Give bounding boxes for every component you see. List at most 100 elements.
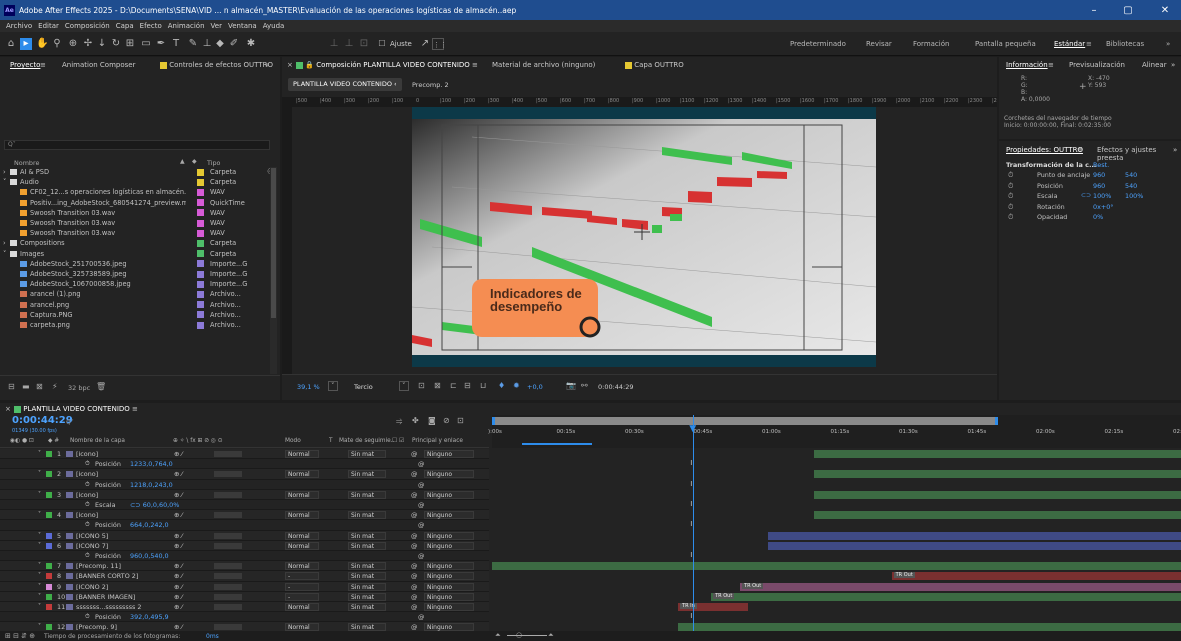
timeline-timecode[interactable]: 0:00:44:29 [12,415,73,426]
layer-duration-bar[interactable] [891,572,1181,581]
layer-label-swatch[interactable] [46,471,52,478]
layer-switch-boxes[interactable] [214,563,242,570]
layer-switches[interactable]: ⊕ ⁄ [174,562,182,570]
keyframe-icon[interactable]: I [690,500,692,508]
new-comp-icon[interactable]: ⊠ [36,382,43,391]
visibility-icon[interactable]: ˅ [38,542,41,549]
layer-duration-bar[interactable] [814,450,1181,458]
label-swatch[interactable] [197,311,204,319]
layer-switch-boxes[interactable] [214,532,242,539]
layer-switch-boxes[interactable] [214,512,242,519]
pickwhip-icon[interactable]: @ [411,450,417,458]
label-swatch[interactable] [197,178,204,186]
work-area-bar[interactable] [492,417,997,425]
eraser-tool-icon[interactable]: ◆ [214,38,226,50]
zoom-tool-icon[interactable]: ⚲ [51,38,63,50]
guides-icon[interactable]: ⊟ [464,381,471,390]
layer-label-swatch[interactable] [46,593,52,600]
parent-dropdown[interactable]: Ninguno [424,623,474,631]
layer-label-swatch[interactable] [46,573,52,580]
label-swatch[interactable] [197,290,204,298]
zoom-out-icon[interactable]: ⏶ [495,631,501,640]
label-swatch[interactable] [197,188,204,196]
layer-switch-boxes[interactable] [214,573,242,580]
rotate-tool-icon[interactable]: ↻ [110,38,122,50]
expression-icon[interactable]: @ [418,613,424,621]
layer-switch-boxes[interactable] [214,471,242,478]
work-area-end[interactable] [995,417,998,425]
mode-dropdown[interactable]: - [285,572,319,581]
timeline-zoom-slider[interactable] [507,635,547,636]
label-header-icon[interactable]: ◆ # [48,438,59,444]
track-matte-dropdown[interactable]: Sin mat [348,541,386,550]
workspace-bibliotecas[interactable]: Bibliotecas [1106,40,1144,48]
track-matte-dropdown[interactable]: Sin mat [348,511,386,520]
stopwatch-icon[interactable]: ⏱ [1008,171,1013,180]
property-row[interactable]: ⏱ Escala ⊂⊃ 60,0,60,0% @ I [0,500,1181,511]
mode-dropdown[interactable]: Normal [285,603,319,611]
col-nombre[interactable]: Nombre [14,159,39,167]
selection-tool-icon[interactable]: ▸ [20,38,32,50]
property-value[interactable]: 100% [1093,192,1111,200]
parent-dropdown[interactable]: Ninguno [424,582,474,591]
snap-grid-icon[interactable]: ⋮⋮ [432,38,447,50]
property-value[interactable]: 960 [1093,182,1105,190]
visibility-icon[interactable]: ˅ [38,583,41,590]
layer-label-swatch[interactable] [46,491,52,498]
layer-duration-bar[interactable] [492,562,1181,571]
label-swatch[interactable] [197,260,204,268]
grid-options-icon[interactable]: ⊔ [480,381,486,390]
layer-switches[interactable]: ⊕ ⁄ [174,542,182,550]
layer-name[interactable]: [BANNER CORTO 2] [76,572,171,580]
label-swatch[interactable] [197,199,204,207]
layer-row[interactable]: ˅ 6 [ICONO 7] ⊕ ⁄ Normal Sin mat @ Ninguno [0,540,1181,551]
layer-row[interactable]: ˅ 1 [icono] ⊕ ⁄ Normal Sin mat @ Ninguno [0,449,1181,460]
track-matte-dropdown[interactable]: Sin mat [348,572,386,581]
stopwatch-icon[interactable]: ⏱ [1008,192,1013,201]
layer-tab[interactable]: Capa OUTTRO [625,61,684,69]
pickwhip-icon[interactable]: @ [411,532,417,540]
shy-layers-icon[interactable]: ◙ [428,416,436,425]
mode-dropdown[interactable]: Normal [285,490,319,499]
property-value-2[interactable]: 540 [1125,182,1137,190]
layer-switches[interactable]: ⊕ ⁄ [174,491,182,499]
label-col-icon[interactable]: ◆ [192,158,197,165]
transparency-grid-icon[interactable]: ⊠ [434,381,441,390]
stopwatch-icon[interactable]: ⏱ [85,552,90,560]
label-swatch[interactable] [197,229,204,237]
property-value-2[interactable]: 100% [1125,192,1143,200]
layer-name[interactable]: [icono] [76,470,171,478]
visibility-icon[interactable]: ˅ [38,562,41,569]
parent-dropdown[interactable]: Ninguno [424,562,474,571]
project-item[interactable]: carpeta.png Archivo... [0,320,270,330]
layer-name[interactable]: [ICONO 2] [76,583,171,591]
breadcrumb-precomp[interactable]: Precomp. 2 [412,81,449,89]
project-item[interactable]: › AI & PSD Carpeta [0,167,270,177]
prop-overflow-icon[interactable]: » [1173,146,1177,154]
exposure-icon[interactable]: ✹ [513,381,520,390]
roto-brush-icon[interactable]: ✐ [228,38,240,50]
layer-label-swatch[interactable] [46,512,52,519]
col-layer-name[interactable]: Nombre de la capa [70,438,125,444]
layer-duration-bar[interactable] [767,531,1181,540]
layer-duration-bar[interactable] [740,582,1181,591]
track-matte-dropdown[interactable]: Sin mat [348,592,386,601]
rectangle-tool-icon[interactable]: ▭ [140,38,152,50]
layer-label-swatch[interactable] [46,532,52,539]
layer-marker[interactable]: TR Out [713,592,735,599]
col-track-matte[interactable]: Mate de seguimie.. [339,438,394,444]
stopwatch-icon[interactable]: ⏱ [85,481,90,489]
stopwatch-icon[interactable]: ⏱ [1008,213,1013,222]
label-swatch[interactable] [197,250,204,258]
property-row[interactable]: ⏱ Posición 664,0,242,0 @ I [0,520,1181,531]
project-item[interactable]: AdobeStock_251700536.jpeg Importe...G [0,259,270,269]
parent-dropdown[interactable]: Ninguno [424,490,474,499]
parent-dropdown[interactable]: Ninguno [424,511,474,520]
layer-label-swatch[interactable] [46,583,52,590]
layer-switches[interactable]: ⊕ ⁄ [174,583,182,591]
dolly-camera-icon[interactable]: ↓ [96,38,108,50]
pickwhip-icon[interactable]: @ [411,572,417,580]
toggle-switches-icon[interactable]: ⊞ ⊟ ⇵ ⊕ [5,632,35,640]
track-matte-dropdown[interactable]: Sin mat [348,490,386,499]
pickwhip-icon[interactable]: @ [411,470,417,478]
